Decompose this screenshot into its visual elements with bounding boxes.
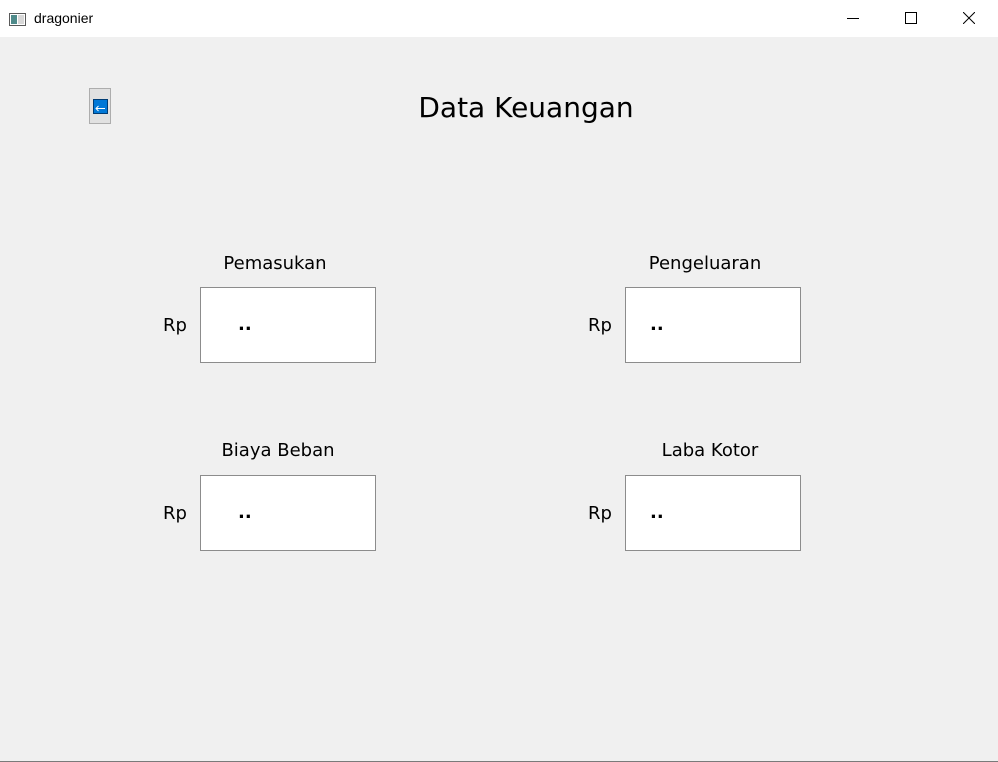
title-bar: dragonier xyxy=(0,0,998,37)
pemasukan-label: Pemasukan xyxy=(223,253,327,274)
laba-kotor-label: Laba Kotor xyxy=(661,440,759,461)
minimize-icon xyxy=(847,9,859,28)
minimize-button[interactable] xyxy=(824,0,882,37)
maximize-button[interactable] xyxy=(882,0,940,37)
biaya-beban-value: .. xyxy=(238,502,252,523)
maximize-icon xyxy=(905,9,917,28)
close-icon xyxy=(962,9,976,28)
pengeluaran-field[interactable]: .. xyxy=(625,287,801,363)
page-title: Data Keuangan xyxy=(418,91,634,124)
pengeluaran-label: Pengeluaran xyxy=(648,253,762,274)
pemasukan-value: .. xyxy=(238,314,252,335)
pemasukan-currency: Rp xyxy=(163,315,187,336)
close-button[interactable] xyxy=(940,0,998,37)
laba-kotor-field[interactable]: .. xyxy=(625,475,801,551)
laba-kotor-currency: Rp xyxy=(588,503,612,524)
pengeluaran-value: .. xyxy=(650,314,664,335)
biaya-beban-field[interactable]: .. xyxy=(200,475,376,551)
biaya-beban-currency: Rp xyxy=(163,503,187,524)
app-window-icon xyxy=(9,11,26,26)
biaya-beban-label: Biaya Beban xyxy=(221,440,335,461)
window-title: dragonier xyxy=(34,10,94,26)
pengeluaran-currency: Rp xyxy=(588,315,612,336)
laba-kotor-value: .. xyxy=(650,502,664,523)
pemasukan-field[interactable]: .. xyxy=(200,287,376,363)
app-window: dragonier Data Keuangan Pemasukan Rp .. … xyxy=(0,0,998,762)
